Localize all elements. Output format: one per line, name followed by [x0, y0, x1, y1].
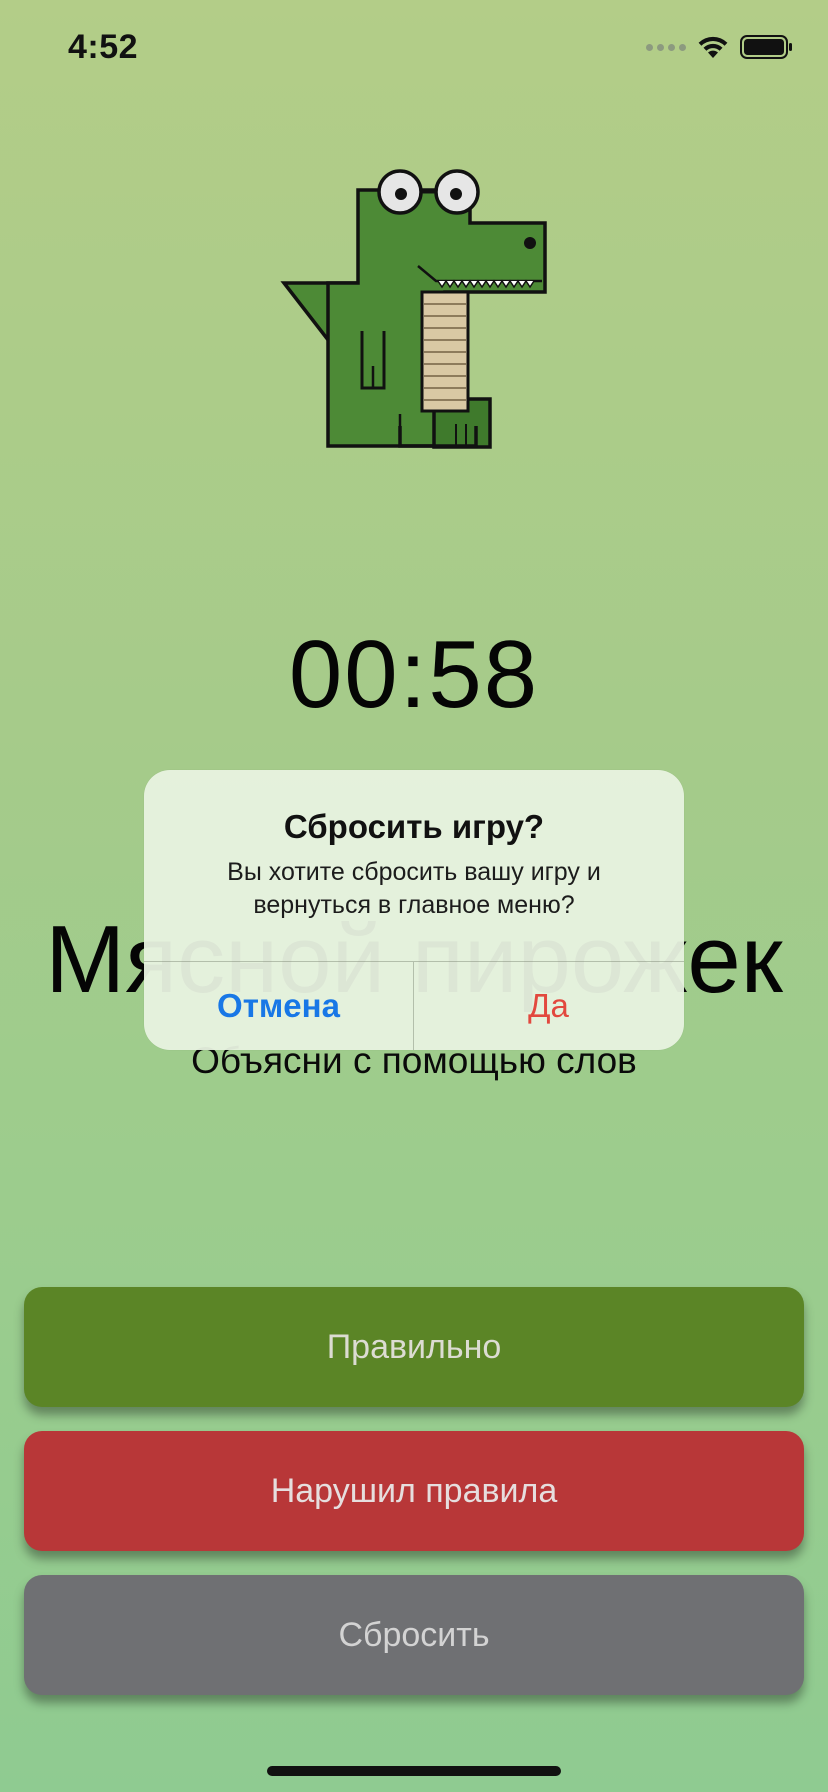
- status-icons: [646, 34, 794, 60]
- correct-button[interactable]: Правильно: [24, 1287, 804, 1407]
- alert-title: Сбросить игру?: [283, 808, 545, 845]
- alert-confirm-button[interactable]: Да: [414, 962, 683, 1050]
- reset-alert-dialog: Сбросить игру? Вы хотите сбросить вашу и…: [144, 770, 684, 1050]
- rule-violation-button[interactable]: Нарушил правила: [24, 1431, 804, 1551]
- status-bar: 4:52: [0, 0, 828, 100]
- status-time: 4:52: [68, 28, 139, 66]
- reset-button[interactable]: Сбросить: [24, 1575, 804, 1695]
- alert-cancel-button[interactable]: Отмена: [144, 962, 413, 1050]
- wifi-icon: [698, 36, 728, 58]
- crocodile-mascot: [280, 169, 547, 449]
- home-indicator[interactable]: [267, 1766, 561, 1776]
- timer: 00:58: [288, 621, 540, 728]
- battery-icon: [740, 35, 792, 59]
- alert-message: Вы хотите сбросить вашу игру и вернуться…: [227, 858, 601, 919]
- signal-icon: [646, 43, 686, 51]
